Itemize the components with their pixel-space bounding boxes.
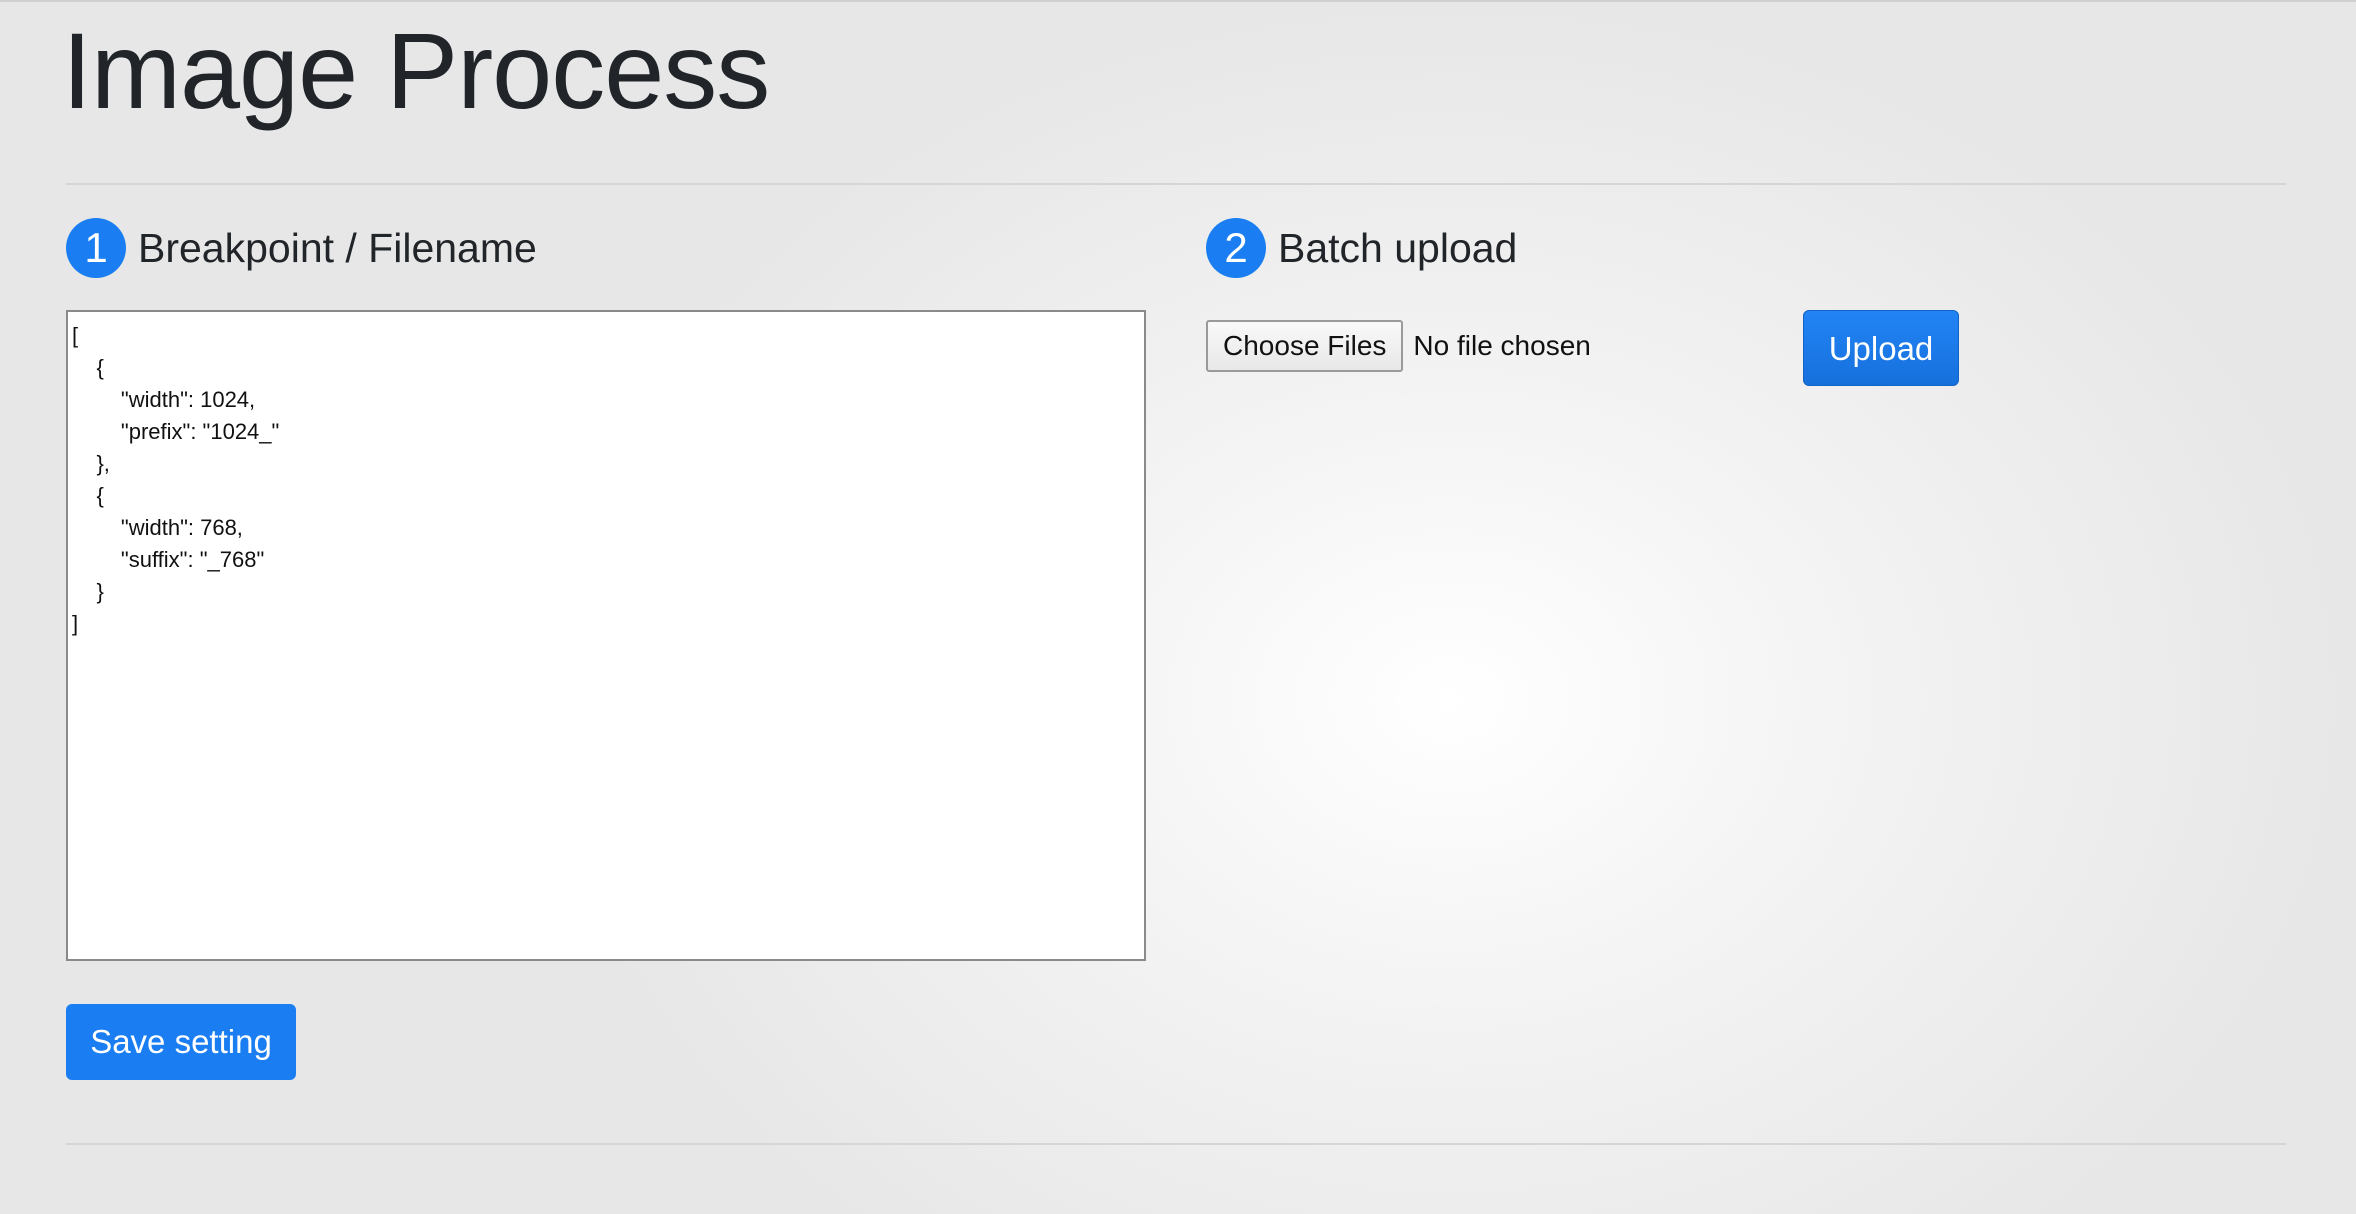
file-status-text: No file chosen (1413, 330, 1591, 361)
header-divider (66, 183, 2286, 185)
top-border (0, 0, 2356, 2)
breakpoint-settings-textarea[interactable] (66, 310, 1146, 961)
step-label: Batch upload (1278, 225, 1518, 271)
step-label: Breakpoint / Filename (138, 225, 537, 271)
step-number-badge: 2 (1206, 218, 1266, 278)
file-input[interactable]: Choose Files No file chosen (1206, 320, 1591, 372)
choose-files-button[interactable]: Choose Files (1206, 320, 1404, 372)
step-breakpoint-filename: 1 Breakpoint / Filename (66, 218, 537, 278)
page-title: Image Process (62, 10, 770, 131)
upload-button[interactable]: Upload (1803, 310, 1959, 386)
step-number-badge: 1 (66, 218, 126, 278)
footer-divider (66, 1143, 2286, 1145)
save-setting-button[interactable]: Save setting (66, 1004, 296, 1080)
step-batch-upload: 2 Batch upload (1206, 218, 1517, 278)
